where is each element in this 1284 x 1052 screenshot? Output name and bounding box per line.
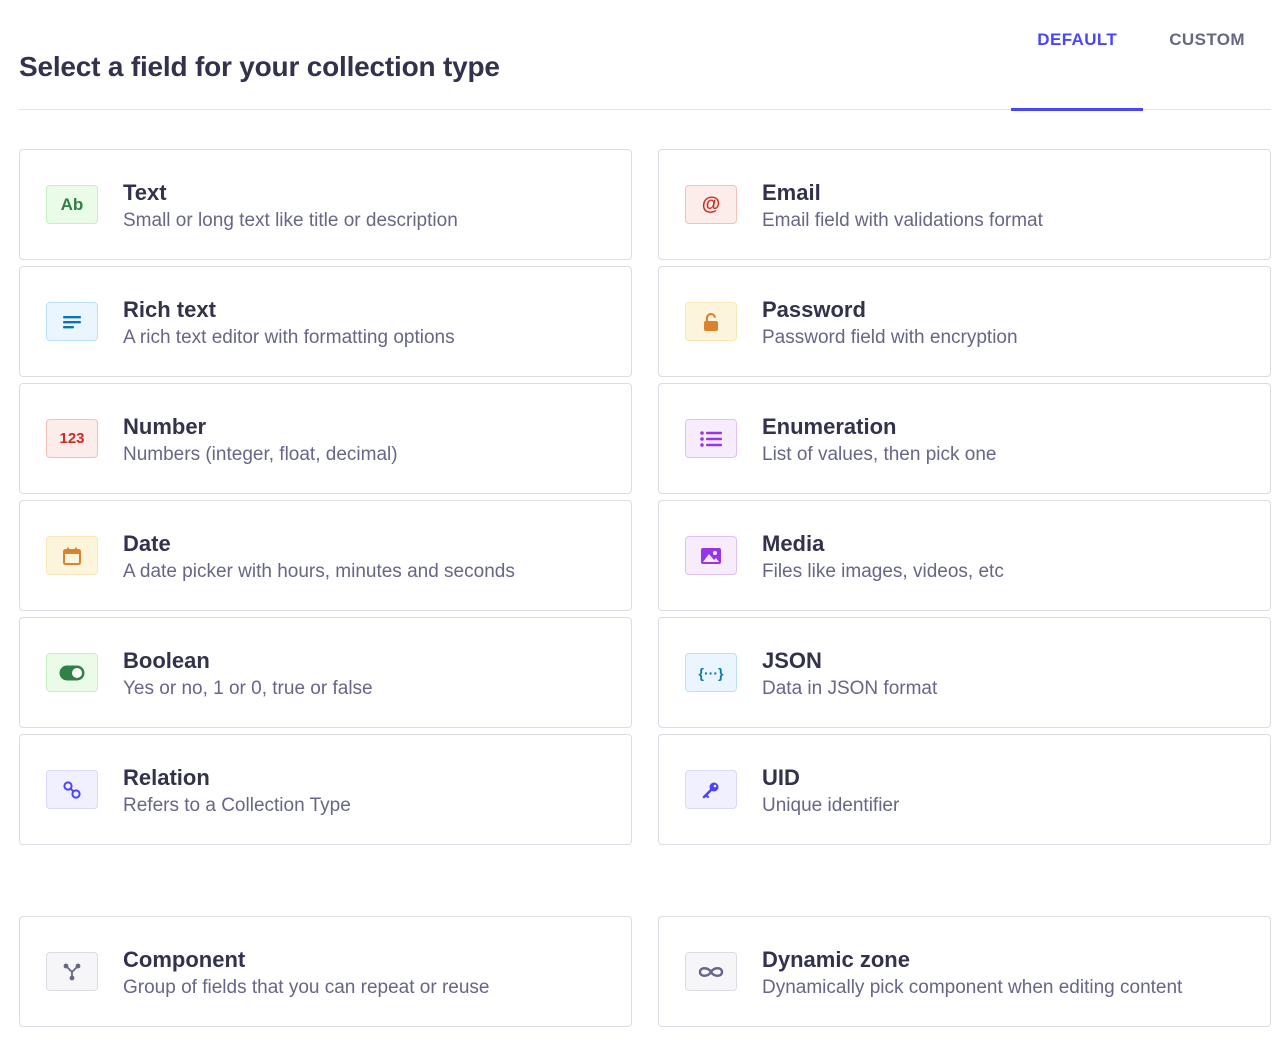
field-description: Password field with encryption xyxy=(762,327,1018,348)
modal-header: Select a field for your collection type … xyxy=(19,0,1271,111)
tab-default[interactable]: DEFAULT xyxy=(1011,0,1144,111)
field-card-text[interactable]: Ab Text Small or long text like title or… xyxy=(19,149,632,260)
image-icon xyxy=(685,536,737,575)
number-icon: 123 xyxy=(46,419,98,458)
field-card-date[interactable]: Date A date picker with hours, minutes a… xyxy=(19,500,632,611)
field-description: Yes or no, 1 or 0, true or false xyxy=(123,678,373,699)
field-card-boolean[interactable]: Boolean Yes or no, 1 or 0, true or false xyxy=(19,617,632,728)
field-card-email[interactable]: @ Email Email field with validations for… xyxy=(658,149,1271,260)
field-label: Boolean xyxy=(123,648,210,673)
field-card-number[interactable]: 123 Number Numbers (integer, float, deci… xyxy=(19,383,632,494)
tab-list: DEFAULT CUSTOM xyxy=(1011,0,1271,111)
field-card-enumeration[interactable]: Enumeration List of values, then pick on… xyxy=(658,383,1271,494)
field-description: Email field with validations format xyxy=(762,210,1043,231)
tab-custom[interactable]: CUSTOM xyxy=(1143,0,1271,110)
rich-text-icon xyxy=(46,302,98,341)
field-description: Unique identifier xyxy=(762,795,900,816)
field-description: Dynamically pick component when editing … xyxy=(762,977,1183,998)
field-label: Text xyxy=(123,180,167,205)
field-label: Relation xyxy=(123,765,210,790)
infinity-icon xyxy=(685,952,737,991)
field-label: Date xyxy=(123,531,171,556)
email-icon: @ xyxy=(685,185,737,224)
field-label: Component xyxy=(123,947,246,972)
page-title: Select a field for your collection type xyxy=(19,51,500,82)
field-description: Small or long text like title or descrip… xyxy=(123,210,458,231)
field-label: Password xyxy=(762,297,866,322)
json-icon: {···} xyxy=(685,653,737,692)
text-icon: Ab xyxy=(46,185,98,224)
field-card-uid[interactable]: UID Unique identifier xyxy=(658,734,1271,845)
field-label: Email xyxy=(762,180,821,205)
field-label: Media xyxy=(762,531,825,556)
component-icon xyxy=(46,952,98,991)
field-label: Rich text xyxy=(123,297,216,322)
field-description: Numbers (integer, float, decimal) xyxy=(123,444,398,465)
field-label: JSON xyxy=(762,648,822,673)
field-description: A rich text editor with formatting optio… xyxy=(123,327,455,348)
toggle-icon xyxy=(46,653,98,692)
key-icon xyxy=(685,770,737,809)
relation-icon xyxy=(46,770,98,809)
field-description: A date picker with hours, minutes and se… xyxy=(123,561,515,582)
field-card-component[interactable]: Component Group of fields that you can r… xyxy=(19,916,632,1027)
field-description: List of values, then pick one xyxy=(762,444,997,465)
field-description: Data in JSON format xyxy=(762,678,938,699)
field-description: Group of fields that you can repeat or r… xyxy=(123,977,490,998)
field-card-dynamic-zone[interactable]: Dynamic zone Dynamically pick component … xyxy=(658,916,1271,1027)
field-label: Number xyxy=(123,414,207,439)
field-label: Enumeration xyxy=(762,414,897,439)
calendar-icon xyxy=(46,536,98,575)
field-label: Dynamic zone xyxy=(762,947,910,972)
field-description: Refers to a Collection Type xyxy=(123,795,351,816)
lock-icon xyxy=(685,302,737,341)
field-card-json[interactable]: {···} JSON Data in JSON format xyxy=(658,617,1271,728)
field-card-password[interactable]: Password Password field with encryption xyxy=(658,266,1271,377)
field-card-rich-text[interactable]: Rich text A rich text editor with format… xyxy=(19,266,632,377)
field-card-media[interactable]: Media Files like images, videos, etc xyxy=(658,500,1271,611)
field-label: UID xyxy=(762,765,800,790)
field-card-relation[interactable]: Relation Refers to a Collection Type xyxy=(19,734,632,845)
field-description: Files like images, videos, etc xyxy=(762,561,1004,582)
list-icon xyxy=(685,419,737,458)
